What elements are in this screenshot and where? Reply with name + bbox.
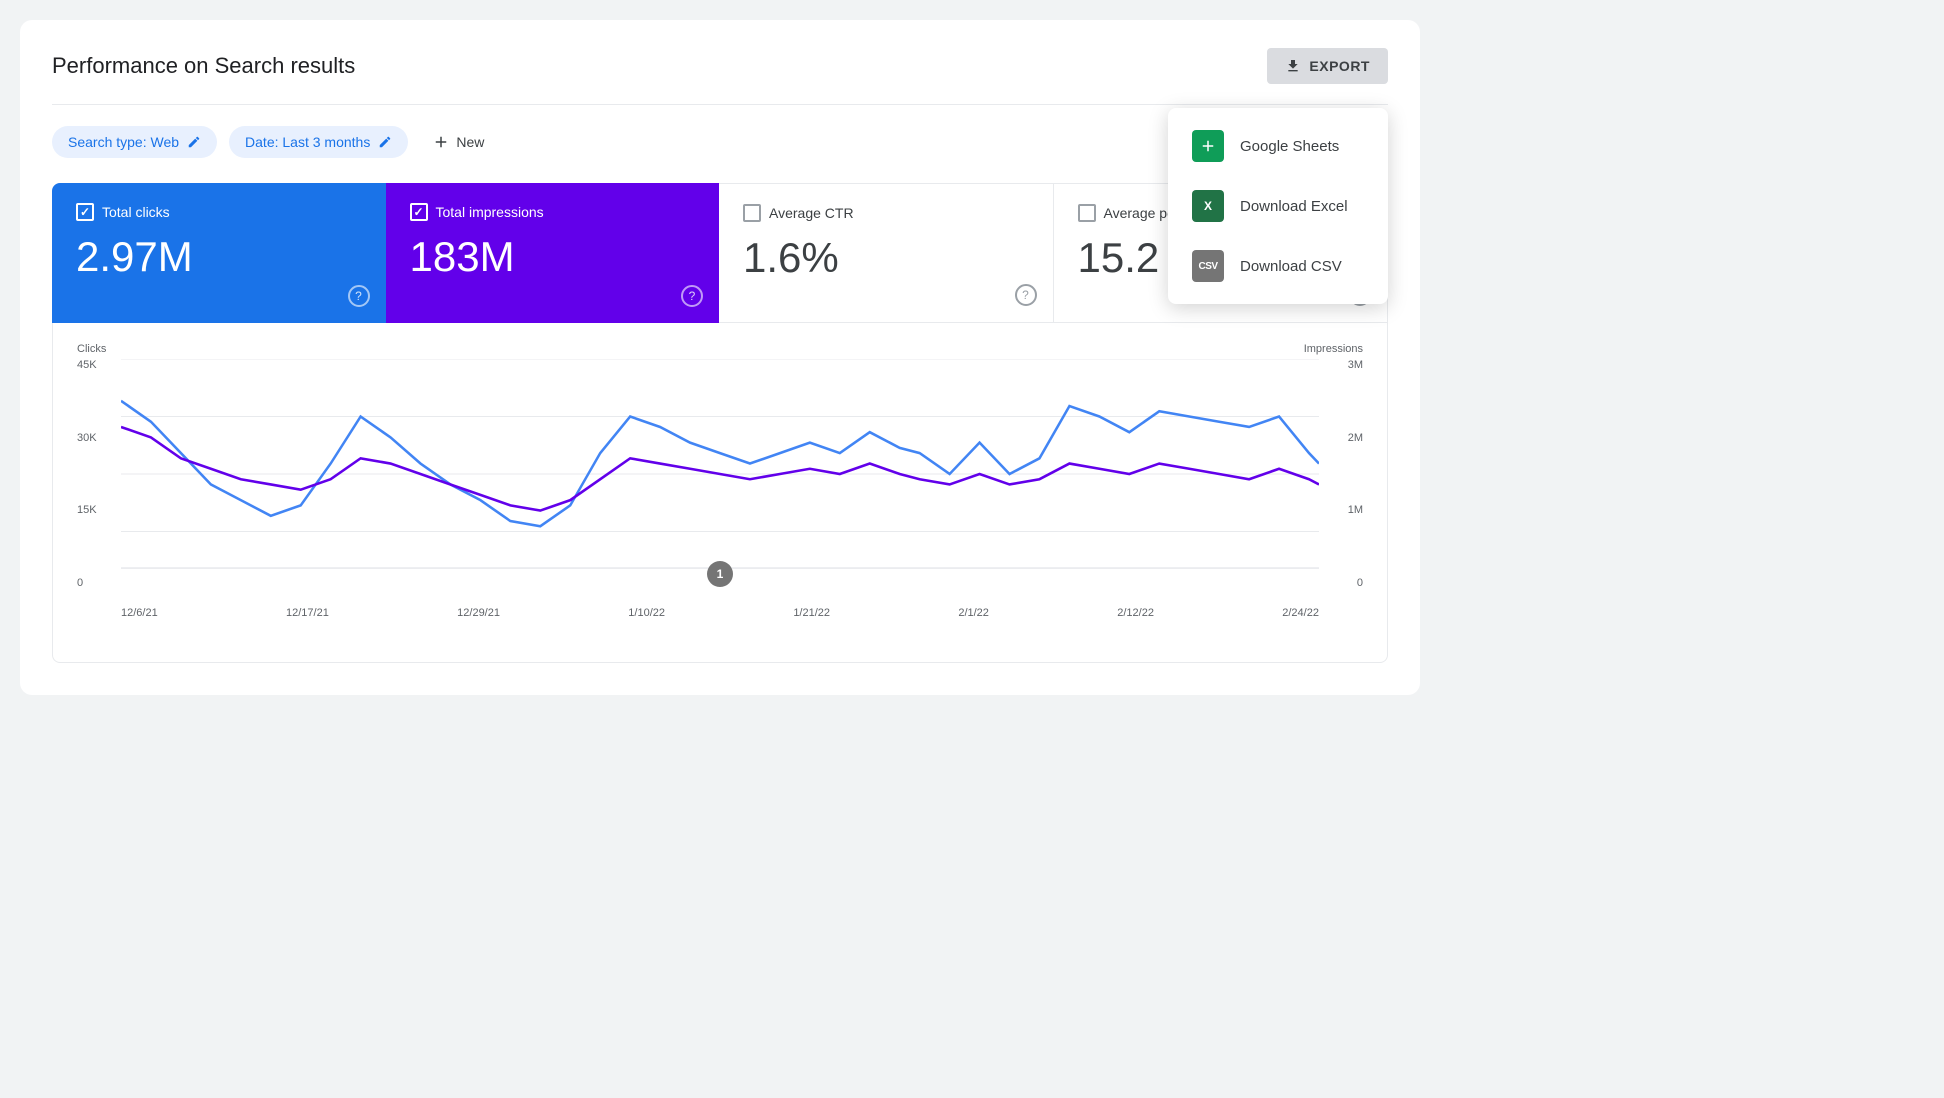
date-filter[interactable]: Date: Last 3 months bbox=[229, 126, 408, 158]
y-left-0: 0 bbox=[77, 577, 117, 589]
badge-number: 1 bbox=[717, 567, 724, 581]
ctr-help-icon[interactable]: ? bbox=[1015, 284, 1037, 306]
clicks-checkbox[interactable] bbox=[76, 203, 94, 221]
edit-date-icon bbox=[378, 135, 392, 149]
header-divider bbox=[52, 104, 1388, 105]
csv-icon-text: CSV bbox=[1198, 261, 1217, 272]
x-label-1: 12/6/21 bbox=[121, 607, 158, 619]
x-axis-labels: 12/6/21 12/17/21 12/29/21 1/10/22 1/21/2… bbox=[121, 607, 1319, 619]
right-axis-title: Impressions bbox=[1304, 343, 1363, 355]
export-label: EXPORT bbox=[1309, 58, 1370, 74]
x-label-5: 1/21/22 bbox=[793, 607, 830, 619]
download-excel-label: Download Excel bbox=[1240, 198, 1348, 215]
export-button[interactable]: EXPORT bbox=[1267, 48, 1388, 84]
x-label-4: 1/10/22 bbox=[628, 607, 665, 619]
x-label-7: 2/12/22 bbox=[1117, 607, 1154, 619]
impressions-label: Total impressions bbox=[436, 204, 544, 220]
chart-svg-area bbox=[121, 359, 1319, 589]
csv-icon: CSV bbox=[1192, 250, 1224, 282]
chart-container: Clicks Impressions 45K 30K 15K 0 3M 2M 1… bbox=[52, 323, 1388, 663]
metric-ctr-header: Average CTR bbox=[743, 204, 1029, 222]
x-label-8: 2/24/22 bbox=[1282, 607, 1319, 619]
metric-clicks[interactable]: Total clicks 2.97M ? bbox=[52, 183, 386, 323]
impressions-help-icon[interactable]: ? bbox=[681, 285, 703, 307]
chart-area: 45K 30K 15K 0 3M 2M 1M 0 bbox=[77, 359, 1363, 619]
export-dropdown: Google Sheets X Download Excel CSV Downl… bbox=[1168, 108, 1388, 304]
chart-badge[interactable]: 1 bbox=[707, 561, 733, 587]
date-label: Date: Last 3 months bbox=[245, 134, 370, 150]
clicks-label: Total clicks bbox=[102, 204, 170, 220]
download-csv-option[interactable]: CSV Download CSV bbox=[1168, 236, 1388, 296]
header-row: Performance on Search results EXPORT Goo… bbox=[52, 48, 1388, 84]
google-sheets-option[interactable]: Google Sheets bbox=[1168, 116, 1388, 176]
new-label: New bbox=[456, 134, 484, 150]
sheets-icon bbox=[1192, 130, 1224, 162]
x-label-6: 2/1/22 bbox=[958, 607, 989, 619]
y-right-1m: 1M bbox=[1348, 504, 1363, 516]
sheets-plus-icon bbox=[1199, 137, 1217, 155]
search-type-filter[interactable]: Search type: Web bbox=[52, 126, 217, 158]
y-left-30k: 30K bbox=[77, 432, 117, 444]
excel-icon: X bbox=[1192, 190, 1224, 222]
y-axis-right: 3M 2M 1M 0 bbox=[1323, 359, 1363, 589]
y-right-2m: 2M bbox=[1348, 432, 1363, 444]
impressions-value: 183M bbox=[410, 233, 696, 281]
ctr-label: Average CTR bbox=[769, 205, 854, 221]
ctr-checkbox[interactable] bbox=[743, 204, 761, 222]
search-type-label: Search type: Web bbox=[68, 134, 179, 150]
impressions-checkbox[interactable] bbox=[410, 203, 428, 221]
left-axis-title: Clicks bbox=[77, 343, 106, 355]
x-label-2: 12/17/21 bbox=[286, 607, 329, 619]
chart-svg bbox=[121, 359, 1319, 589]
download-icon bbox=[1285, 58, 1301, 74]
google-sheets-label: Google Sheets bbox=[1240, 138, 1339, 155]
ctr-value: 1.6% bbox=[743, 234, 1029, 282]
position-checkbox[interactable] bbox=[1078, 204, 1096, 222]
download-csv-label: Download CSV bbox=[1240, 258, 1342, 275]
new-button[interactable]: New bbox=[420, 125, 496, 159]
page-title: Performance on Search results bbox=[52, 53, 355, 79]
y-left-15k: 15K bbox=[77, 504, 117, 516]
metric-clicks-header: Total clicks bbox=[76, 203, 362, 221]
y-right-3m: 3M bbox=[1348, 359, 1363, 371]
excel-icon-text: X bbox=[1204, 199, 1212, 213]
metric-impressions[interactable]: Total impressions 183M ? bbox=[386, 183, 720, 323]
y-right-0: 0 bbox=[1357, 577, 1363, 589]
export-area: EXPORT Google Sheets X Download Exc bbox=[1267, 48, 1388, 84]
x-label-3: 12/29/21 bbox=[457, 607, 500, 619]
y-left-45k: 45K bbox=[77, 359, 117, 371]
clicks-help-icon[interactable]: ? bbox=[348, 285, 370, 307]
metric-ctr[interactable]: Average CTR 1.6% ? bbox=[719, 183, 1054, 323]
chart-axis-titles: Clicks Impressions bbox=[77, 343, 1363, 355]
clicks-value: 2.97M bbox=[76, 233, 362, 281]
metric-impressions-header: Total impressions bbox=[410, 203, 696, 221]
add-icon bbox=[432, 133, 450, 151]
main-container: Performance on Search results EXPORT Goo… bbox=[20, 20, 1420, 695]
y-axis-left: 45K 30K 15K 0 bbox=[77, 359, 117, 589]
download-excel-option[interactable]: X Download Excel bbox=[1168, 176, 1388, 236]
edit-icon bbox=[187, 135, 201, 149]
